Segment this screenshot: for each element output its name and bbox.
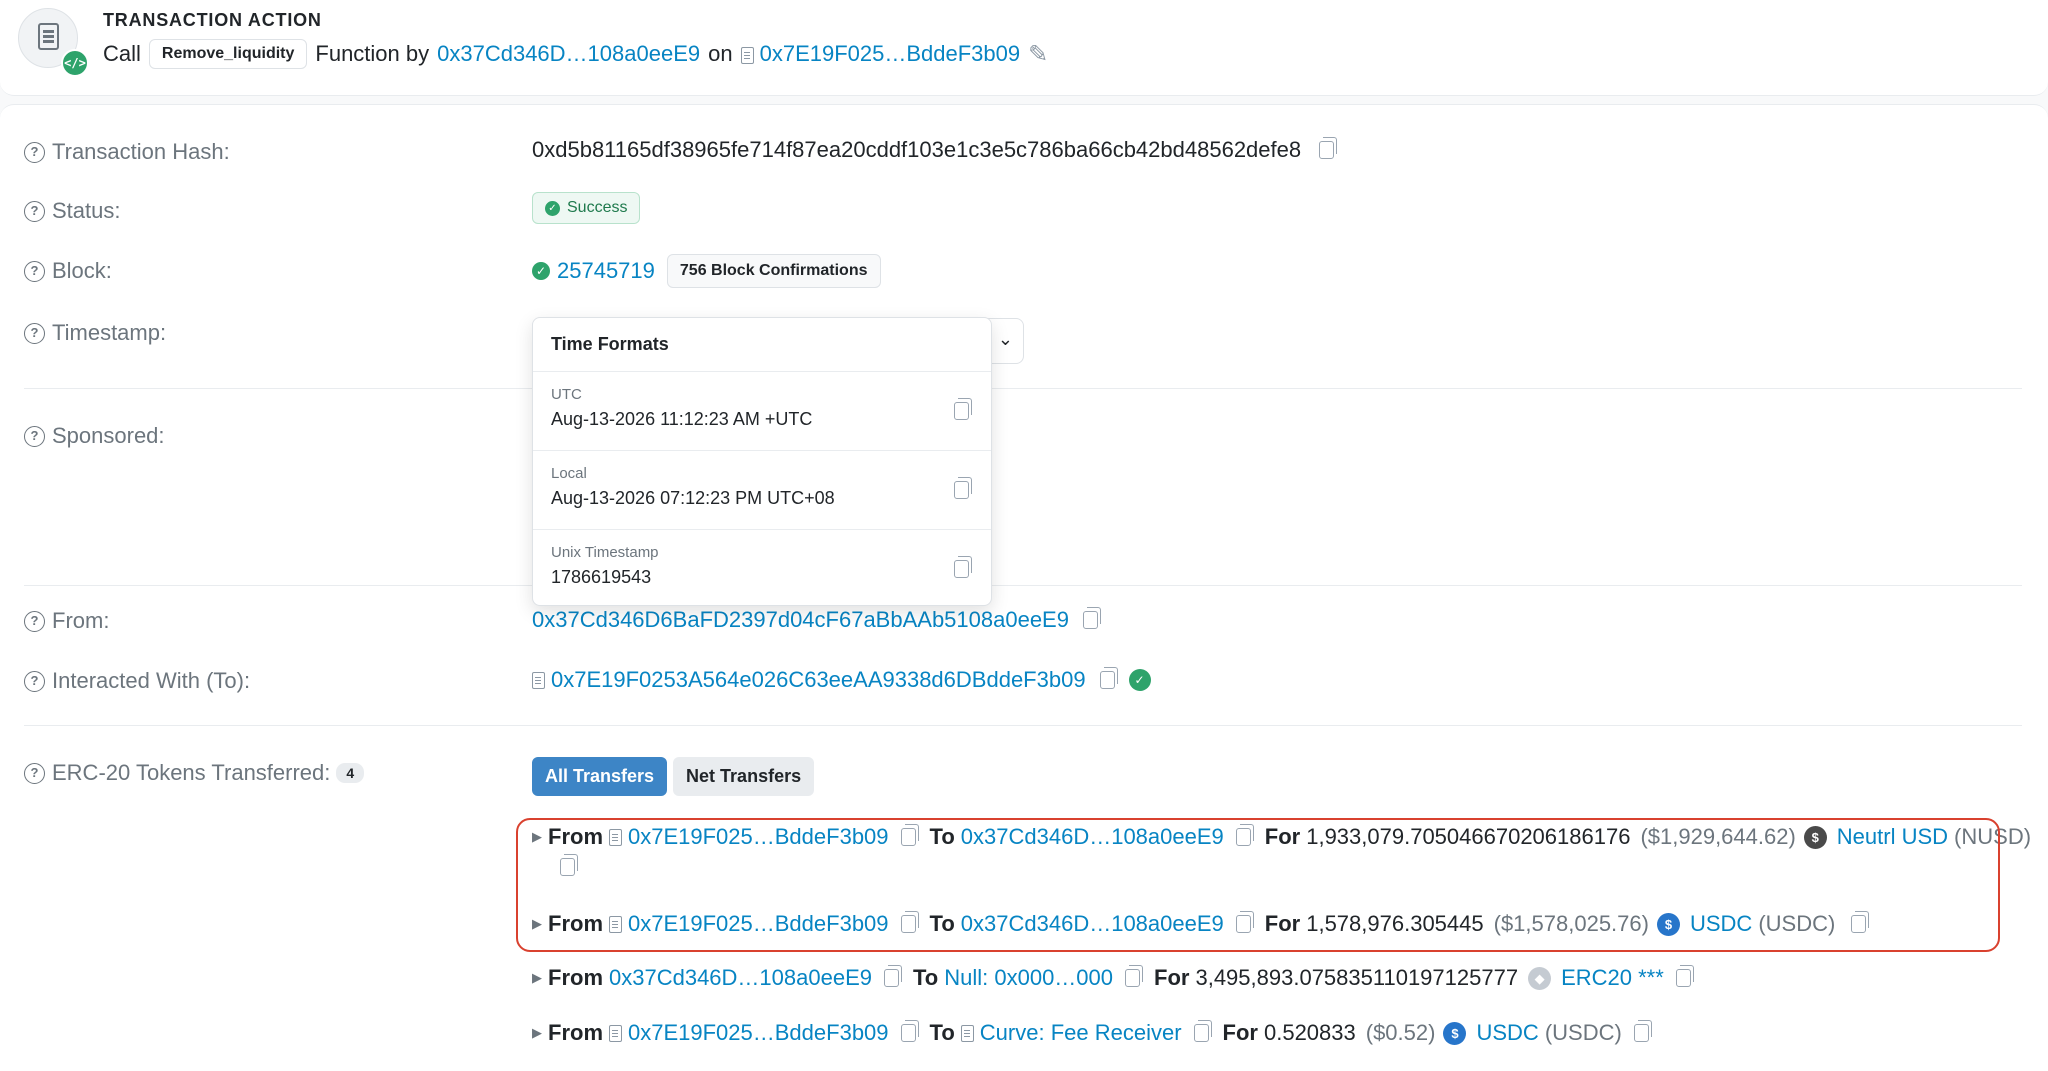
transfer-from-link[interactable]: 0x7E19F025…BddeF3b09 [628,1020,889,1046]
usdc-token-icon: $ [1443,1021,1467,1045]
divider [24,725,2022,726]
function-by-text: Function by [315,41,430,66]
status-label: ? Status: [24,198,120,224]
edit-pencil-icon[interactable]: ✎ [1028,40,1048,69]
time-format-utc: UTC Aug-13-2026 11:12:23 AM +UTC [533,372,991,451]
time-format-local: Local Aug-13-2026 07:12:23 PM UTC+08 [533,451,991,530]
check-circle-icon: ✓ [545,200,560,216]
transfer-row: ▶ From 0x7E19F025…BddeF3b09 To Curve: Fe… [532,1020,1663,1046]
contract-address-link[interactable]: 0x7E19F025…BddeF3b09 [760,41,1021,66]
contract-icon [532,671,545,689]
help-icon[interactable]: ? [24,322,45,344]
time-formats-title: Time Formats [533,318,991,372]
block-confirmations-badge: 756 Block Confirmations [666,254,881,288]
from-label: ? From: [24,608,109,634]
copy-icon[interactable] [954,477,972,499]
token-link[interactable]: USDC [1476,1020,1538,1046]
tab-net-transfers[interactable]: Net Transfers [673,757,815,796]
block-label: ? Block: [24,258,112,284]
status-value-row: ✓ Success [532,192,641,224]
copy-icon[interactable] [1082,607,1101,629]
help-icon[interactable]: ? [24,762,45,784]
help-icon[interactable]: ? [24,425,45,447]
tab-all-transfers[interactable]: All Transfers [532,757,668,796]
transfer-from-link[interactable]: 0x37Cd346D…108a0eeE9 [609,965,872,991]
transfer-usd: ($0.52) [1365,1020,1436,1045]
sponsored-label: ? Sponsored: [24,423,165,449]
transaction-action-card: </> TRANSACTION ACTION Call Remove_liqui… [0,0,2048,96]
transfer-amount: 3,495,893.075835110197125777 [1195,965,1519,990]
token-link[interactable]: ERC20 *** [1561,965,1664,991]
timestamp-label: ? Timestamp: [24,320,166,346]
help-icon[interactable]: ? [24,141,45,163]
call-word: Call [103,41,141,66]
transaction-action-title: TRANSACTION ACTION [103,10,322,30]
copy-icon[interactable] [1675,965,1694,987]
erc20-token-icon: ◆ [1528,966,1552,990]
caret-right-icon[interactable]: ▶ [532,970,542,986]
transfer-to-link[interactable]: Null: 0x000…000 [944,965,1113,991]
contract-icon [740,46,754,64]
interacted-with-row: 0x7E19F0253A564e026C63eeAA9338d6DBddeF3b… [532,667,1158,693]
time-utc-value: Aug-13-2026 11:12:23 AM +UTC [551,409,813,429]
interacted-with-label: ? Interacted With (To): [24,668,250,694]
transfer-row: ▶ From 0x37Cd346D…108a0eeE9 To Null: 0x0… [532,965,1705,991]
copy-icon[interactable] [900,1020,919,1042]
divider [24,585,2022,586]
copy-icon[interactable] [954,398,972,420]
block-number-link[interactable]: 25745719 [557,258,655,284]
code-icon: </> [61,49,89,77]
erc20-label: ? ERC-20 Tokens Transferred: 4 [24,760,365,786]
contract-call-icon: </> [18,8,89,77]
block-value-row: ✓ 25745719 756 Block Confirmations [532,254,881,288]
copy-icon[interactable] [1099,667,1118,689]
time-format-unix: Unix Timestamp 1786619543 [533,530,991,609]
time-unix-value: 1786619543 [551,567,652,587]
copy-icon[interactable] [1193,1020,1212,1042]
status-badge: ✓ Success [532,192,641,224]
copy-icon[interactable] [1633,1020,1652,1042]
divider [24,388,2022,389]
transfer-amount: 0.520833 [1263,1020,1356,1045]
tx-hash-value: 0xd5b81165df38965fe714f87ea20cddf103e1c3… [532,137,1302,162]
copy-icon[interactable] [883,965,902,987]
time-local-value: Aug-13-2026 07:12:23 PM UTC+08 [551,488,835,508]
transfer-to-link[interactable]: Curve: Fee Receiver [980,1020,1182,1046]
caret-right-icon[interactable]: ▶ [532,1025,542,1041]
contract-icon [960,1024,974,1042]
copy-icon[interactable] [954,556,972,578]
transfer-tabs: All Transfers Net Transfers [532,757,815,796]
erc20-count-badge: 4 [336,763,365,783]
check-circle-icon: ✓ [532,262,550,280]
token-symbol: (USDC) [1544,1020,1622,1045]
help-icon[interactable]: ? [24,670,45,692]
function-name-pill: Remove_liquidity [148,39,308,69]
transaction-action-summary: Call Remove_liquidity Function by 0x37Cd… [103,36,1056,72]
chevron-down-icon[interactable]: ⌄ [998,329,1013,350]
from-value-row: 0x37Cd346D6BaFD2397d04cF67aBbAAb5108a0ee… [532,607,1101,633]
tx-hash-value-row: 0xd5b81165df38965fe714f87ea20cddf103e1c3… [532,137,1338,163]
copy-icon[interactable] [1319,137,1338,159]
to-address-link[interactable]: 0x7E19F0253A564e026C63eeAA9338d6DBddeF3b… [551,667,1086,693]
copy-icon[interactable] [1125,965,1144,987]
contract-icon [609,1024,622,1042]
tx-hash-label: ? Transaction Hash: [24,139,230,165]
verified-check-icon: ✓ [1128,669,1151,691]
from-address-link[interactable]: 0x37Cd346D6BaFD2397d04cF67aBbAAb5108a0ee… [532,607,1069,633]
help-icon[interactable]: ? [24,610,45,632]
help-icon[interactable]: ? [24,200,45,222]
on-word: on [708,41,733,66]
caller-address-link[interactable]: 0x37Cd346D…108a0eeE9 [437,41,700,67]
help-icon[interactable]: ? [24,260,45,282]
highlight-annotation-box [516,818,2000,952]
time-formats-dropdown: Time Formats UTC Aug-13-2026 11:12:23 AM… [532,317,992,606]
